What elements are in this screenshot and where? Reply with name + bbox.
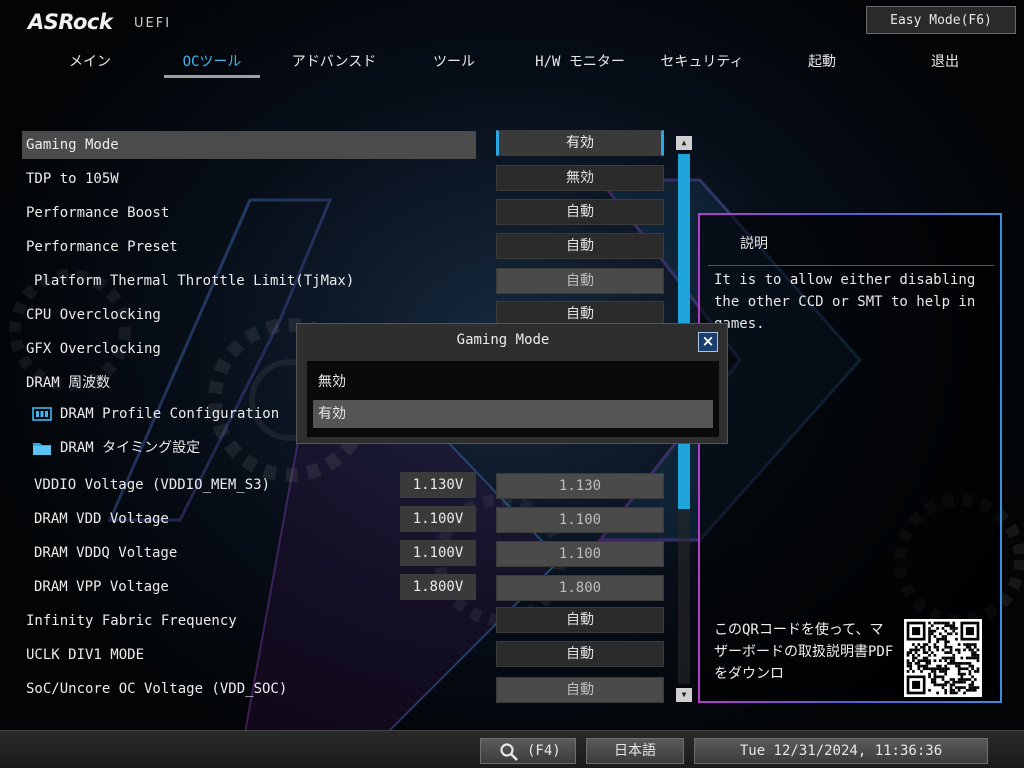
submenu-label: DRAM タイミング設定 bbox=[60, 440, 201, 456]
qr-code-caption: このQRコードを使って、マザーボードの取扱説明書PDFをダウンロ bbox=[714, 622, 894, 682]
qr-code-icon bbox=[904, 619, 982, 697]
gaming-mode-value[interactable]: 有効 bbox=[496, 130, 664, 156]
folder-icon bbox=[33, 443, 51, 455]
description-panel: 説明 It is to allow either disabling the o… bbox=[698, 213, 1002, 703]
search-shortcut-label: (F4) bbox=[527, 743, 561, 759]
performance-preset-value[interactable]: 自動 bbox=[496, 233, 664, 259]
infinity-fabric-frequency-value[interactable]: 自動 bbox=[496, 607, 664, 633]
description-text: It is to allow either disabling the othe… bbox=[714, 272, 976, 332]
scroll-down-arrow-icon[interactable]: ▼ bbox=[676, 688, 692, 702]
dram-vdd-current-voltage: 1.100V bbox=[400, 506, 476, 532]
dram-vdd-voltage-value[interactable]: 1.100 bbox=[496, 507, 664, 533]
popup-title: Gaming Mode bbox=[456, 332, 550, 348]
popup-option-enabled[interactable]: 有効 bbox=[313, 400, 713, 428]
date-time-display[interactable]: Tue 12/31/2024, 11:36:36 bbox=[694, 738, 988, 764]
setting-label: Gaming Mode bbox=[26, 137, 119, 153]
scroll-up-arrow-icon[interactable]: ▲ bbox=[676, 136, 692, 150]
setting-label: CPU Overclocking bbox=[26, 307, 161, 323]
dram-vpp-voltage-value[interactable]: 1.800 bbox=[496, 575, 664, 601]
tab-advanced[interactable]: アドバンスド bbox=[282, 52, 386, 78]
setting-label: DRAM VDDQ Voltage bbox=[34, 545, 178, 561]
main-tab-bar: メイン OCツール アドバンスド ツール H/W モニター セキュリティ 起動 … bbox=[30, 52, 1020, 82]
popup-option-list: 無効 有効 bbox=[307, 361, 719, 437]
vddio-voltage-value[interactable]: 1.130 bbox=[496, 473, 664, 499]
setting-label: Performance Preset bbox=[26, 239, 178, 255]
description-title: 説明 bbox=[740, 236, 768, 252]
setting-label: DRAM VPP Voltage bbox=[34, 579, 169, 595]
setting-label: Performance Boost bbox=[26, 205, 170, 221]
soc-uncore-oc-voltage-value[interactable]: 自動 bbox=[496, 677, 664, 703]
setting-label: GFX Overclocking bbox=[26, 341, 161, 357]
setting-label: DRAM 周波数 bbox=[26, 375, 111, 391]
setting-label: Infinity Fabric Frequency bbox=[26, 613, 237, 629]
tab-tools[interactable]: ツール bbox=[426, 52, 482, 78]
search-button[interactable]: (F4) bbox=[480, 738, 576, 764]
platform-thermal-throttle-value[interactable]: 自動 bbox=[496, 268, 664, 294]
tdp-105w-value[interactable]: 無効 bbox=[496, 165, 664, 191]
performance-boost-value[interactable]: 自動 bbox=[496, 199, 664, 225]
description-divider bbox=[708, 265, 994, 266]
dram-vddq-current-voltage: 1.100V bbox=[400, 540, 476, 566]
language-button[interactable]: 日本語 bbox=[586, 738, 684, 764]
asrock-logo: ASRock bbox=[28, 10, 113, 34]
status-bar: (F4) 日本語 Tue 12/31/2024, 11:36:36 bbox=[0, 730, 1024, 768]
easy-mode-button[interactable]: Easy Mode(F6) bbox=[866, 6, 1016, 34]
tab-boot[interactable]: 起動 bbox=[800, 52, 844, 78]
setting-platform-thermal-throttle[interactable]: Platform Thermal Throttle Limit(TjMax) bbox=[22, 267, 476, 295]
setting-performance-preset[interactable]: Performance Preset bbox=[22, 233, 476, 261]
vddio-current-voltage: 1.130V bbox=[400, 472, 476, 498]
tab-oc-tools[interactable]: OCツール bbox=[164, 52, 260, 78]
search-icon bbox=[500, 743, 518, 761]
setting-performance-boost[interactable]: Performance Boost bbox=[22, 199, 476, 227]
setting-label: SoC/Uncore OC Voltage (VDD_SOC) bbox=[26, 681, 288, 697]
tab-main[interactable]: メイン bbox=[58, 52, 122, 78]
tab-security[interactable]: セキュリティ bbox=[652, 52, 752, 78]
dram-vddq-voltage-value[interactable]: 1.100 bbox=[496, 541, 664, 567]
option-label: 有効 bbox=[318, 406, 346, 422]
setting-label: UCLK DIV1 MODE bbox=[26, 647, 145, 663]
setting-label: DRAM VDD Voltage bbox=[34, 511, 169, 527]
setting-label: Platform Thermal Throttle Limit(TjMax) bbox=[34, 273, 355, 289]
option-label: 無効 bbox=[318, 374, 346, 390]
setting-gaming-mode[interactable]: Gaming Mode bbox=[22, 131, 476, 159]
setting-soc-uncore-oc-voltage[interactable]: SoC/Uncore OC Voltage (VDD_SOC) bbox=[22, 675, 476, 703]
dram-profile-icon bbox=[32, 407, 52, 421]
uefi-label: UEFI bbox=[134, 16, 172, 31]
dram-vpp-current-voltage: 1.800V bbox=[400, 574, 476, 600]
uclk-div1-mode-value[interactable]: 自動 bbox=[496, 641, 664, 667]
tab-hw-monitor[interactable]: H/W モニター bbox=[526, 52, 634, 78]
setting-tdp-105w[interactable]: TDP to 105W bbox=[22, 165, 476, 193]
setting-uclk-div1-mode[interactable]: UCLK DIV1 MODE bbox=[22, 641, 476, 669]
tab-exit[interactable]: 退出 bbox=[920, 52, 970, 78]
popup-option-disabled[interactable]: 無効 bbox=[313, 368, 713, 396]
submenu-label: DRAM Profile Configuration bbox=[60, 406, 280, 422]
setting-label: TDP to 105W bbox=[26, 171, 119, 187]
setting-label: VDDIO Voltage (VDDIO_MEM_S3) bbox=[34, 477, 271, 493]
uefi-screen: ASRock UEFI Easy Mode(F6) メイン OCツール アドバン… bbox=[0, 0, 1024, 768]
close-icon[interactable]: × bbox=[698, 332, 718, 352]
setting-infinity-fabric-frequency[interactable]: Infinity Fabric Frequency bbox=[22, 607, 476, 635]
gaming-mode-popup: Gaming Mode × 無効 有効 bbox=[296, 323, 728, 444]
